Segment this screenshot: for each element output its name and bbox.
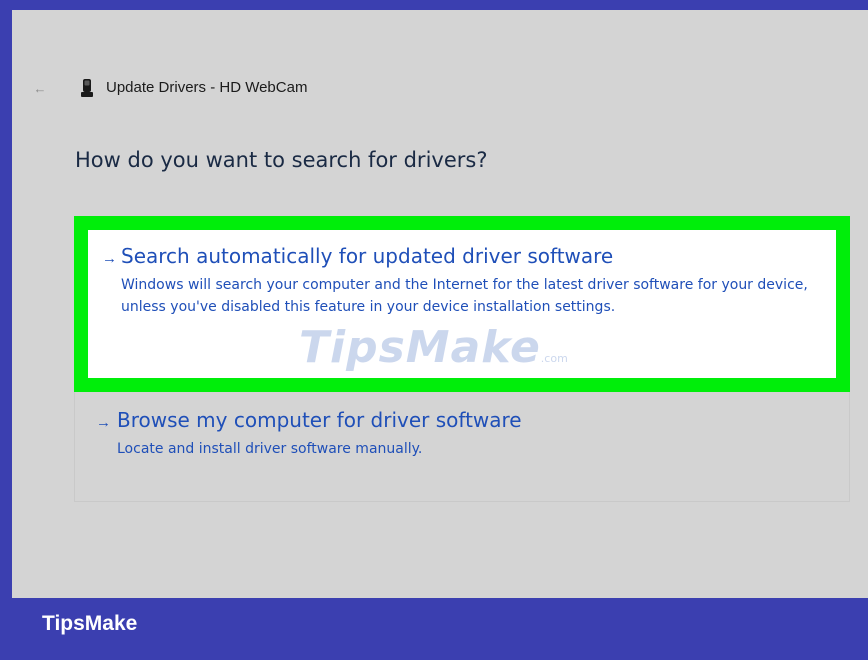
arrow-right-icon: →: [102, 250, 117, 267]
window-titlebar: ← Update Drivers - HD WebCam: [12, 70, 868, 106]
option-title[interactable]: Browse my computer for driver software: [117, 408, 522, 432]
option-description: Windows will search your computer and th…: [121, 277, 808, 315]
option-title[interactable]: Search automatically for updated driver …: [121, 244, 613, 268]
option-browse-computer[interactable]: → Browse my computer for driver software…: [74, 392, 850, 502]
option-search-automatically[interactable]: → Search automatically for updated drive…: [88, 230, 836, 378]
window-title: Update Drivers - HD WebCam: [106, 79, 308, 96]
brand-footer: TipsMake: [0, 598, 868, 660]
brand-logo-text: TipsMake: [42, 612, 138, 635]
update-drivers-window: ← Update Drivers - HD WebCam How do you …: [12, 10, 868, 598]
page-heading: How do you want to search for drivers?: [75, 148, 488, 172]
back-arrow-icon: ←: [33, 80, 47, 96]
back-button[interactable]: ←: [30, 70, 50, 106]
image-frame: ← Update Drivers - HD WebCam How do you …: [0, 0, 868, 660]
webcam-icon: [81, 79, 93, 97]
arrow-right-icon: →: [96, 414, 111, 431]
option-description: Locate and install driver software manua…: [117, 441, 423, 457]
option-search-automatically-highlight: → Search automatically for updated drive…: [74, 216, 850, 392]
